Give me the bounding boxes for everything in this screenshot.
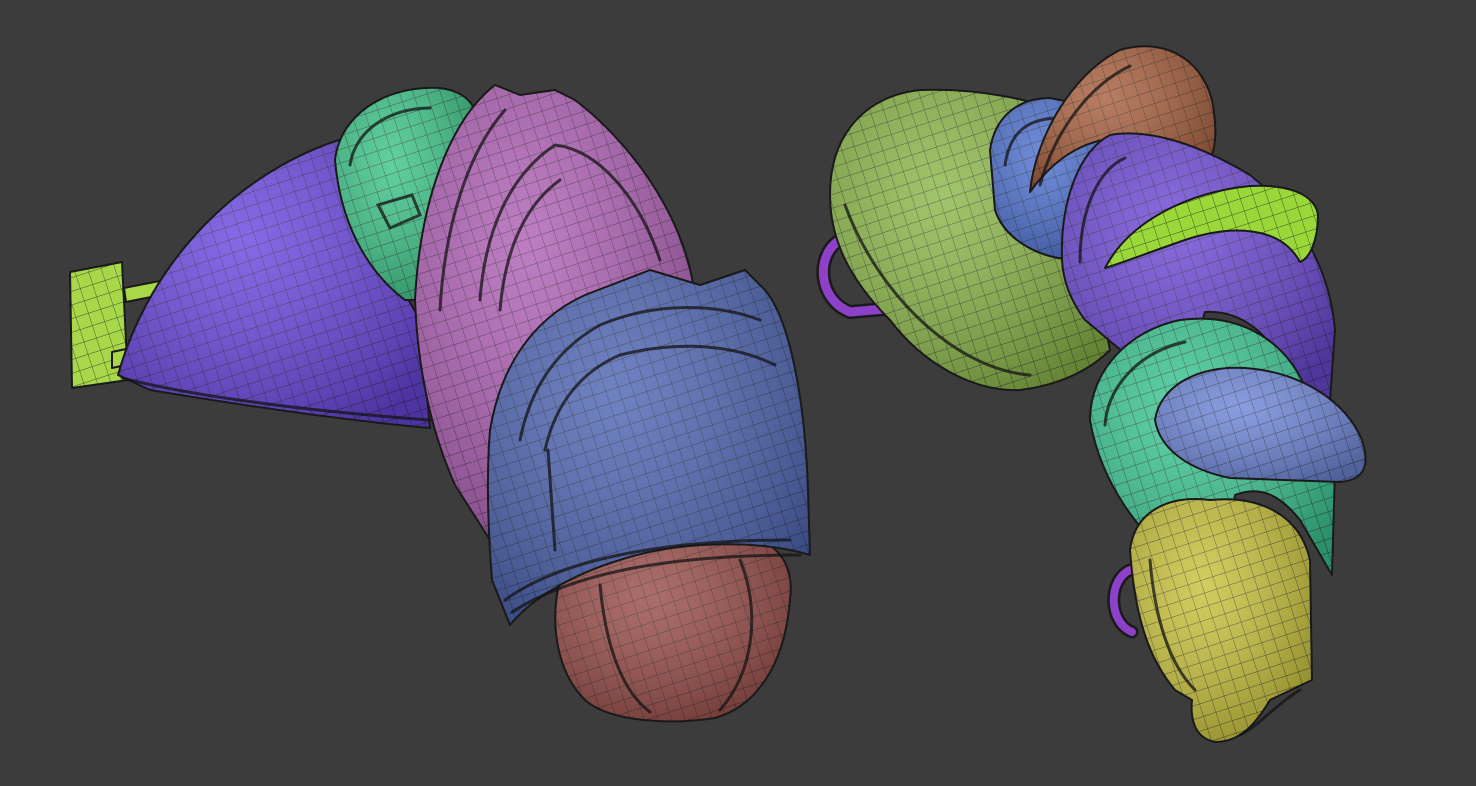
render-viewport: [0, 0, 1476, 786]
purple-small-loop: [1107, 563, 1139, 639]
yellow-bottom-plate: [1129, 498, 1313, 743]
shoulder-armor-left: [69, 84, 811, 723]
render-canvas: [69, 45, 1367, 743]
shoulder-armor-right: [816, 45, 1367, 743]
